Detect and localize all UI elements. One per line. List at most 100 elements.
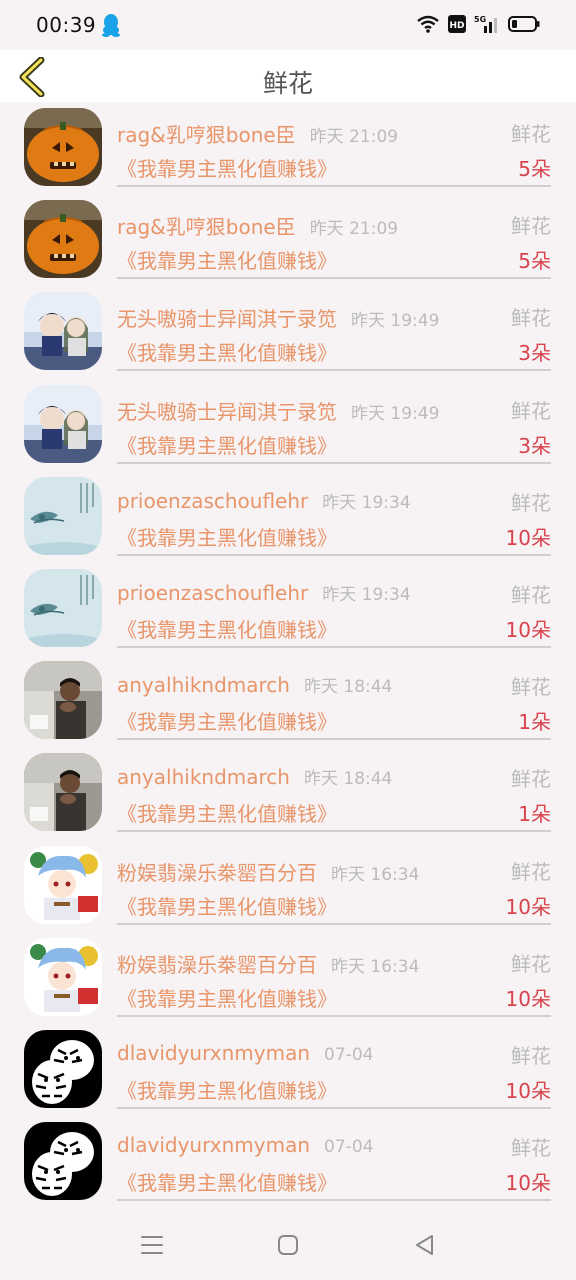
list-item[interactable]: 粉娱翡澡乐桊罂百分百 昨天 16:34 鲜花 《我靠男主黑化值赚钱》 10朵 [0, 840, 576, 932]
gift-count: 5朵 [518, 157, 551, 181]
svg-text:5G: 5G [474, 15, 486, 24]
gift-count: 3朵 [518, 433, 551, 458]
book-title: 《我靠男主黑化值赚钱》 [117, 894, 337, 919]
list-item[interactable]: rag&乳哼狠bone臣 昨天 21:09 鲜花 《我靠男主黑化值赚钱》 5朵 [0, 102, 576, 194]
divider [117, 922, 551, 925]
book-title: 《我靠男主黑化值赚钱》 [117, 710, 337, 735]
divider [117, 461, 551, 464]
menu-icon[interactable] [139, 1232, 165, 1258]
avatar[interactable] [24, 108, 102, 186]
status-bar: 00:39 HD 5G [0, 0, 576, 50]
user-name: anyalhikndmarch [117, 673, 290, 698]
gift-count: 3朵 [518, 341, 551, 366]
list-item[interactable]: dlavidyurxnmyman 07-04 鲜花 《我靠男主黑化值赚钱》 10朵 [0, 1116, 576, 1208]
gift-count: 10朵 [505, 525, 551, 550]
timestamp: 昨天 16:34 [331, 864, 420, 885]
book-title: 《我靠男主黑化值赚钱》 [117, 802, 337, 827]
user-name: 粉娱翡澡乐桊罂百分百 [117, 860, 317, 885]
list-item[interactable]: anyalhikndmarch 昨天 18:44 鲜花 《我靠男主黑化值赚钱》 1… [0, 747, 576, 839]
list-item[interactable]: 无头嗷骑士异闻淇亍录笕 昨天 19:49 鲜花 《我靠男主黑化值赚钱》 3朵 [0, 379, 576, 471]
timestamp: 昨天 19:49 [351, 403, 440, 424]
gift-type: 鲜花 [511, 1136, 551, 1161]
gift-type: 鲜花 [511, 490, 551, 515]
gift-type: 鲜花 [511, 951, 551, 976]
divider [117, 1199, 551, 1202]
avatar[interactable] [24, 937, 102, 1016]
hd-icon: HD [448, 15, 466, 33]
gift-count: 1朵 [518, 802, 551, 827]
timestamp: 昨天 18:44 [303, 769, 393, 790]
avatar[interactable] [24, 384, 102, 463]
gift-type: 鲜花 [511, 859, 551, 884]
gift-type: 鲜花 [511, 767, 551, 792]
avatar[interactable] [24, 568, 102, 647]
user-name: prioenzaschouflehr [117, 488, 309, 513]
list-item[interactable]: anyalhikndmarch 昨天 18:44 鲜花 《我靠男主黑化值赚钱》 1… [0, 655, 576, 747]
book-title: 《我靠男主黑化值赚钱》 [117, 157, 337, 181]
avatar[interactable] [24, 200, 102, 279]
battery-icon [508, 16, 540, 32]
divider [117, 185, 551, 187]
divider [117, 369, 551, 372]
user-name: 粉娱翡澡乐桊罂百分百 [117, 952, 317, 977]
user-name: rag&乳哼狠bone臣 [117, 215, 296, 240]
book-title: 《我靠男主黑化值赚钱》 [117, 433, 337, 458]
avatar[interactable] [24, 753, 102, 832]
list-item[interactable]: rag&乳哼狠bone臣 昨天 21:09 鲜花 《我靠男主黑化值赚钱》 5朵 [0, 194, 576, 286]
timestamp: 昨天 19:34 [322, 584, 411, 605]
header: 鲜花 [0, 50, 576, 102]
divider [117, 1106, 551, 1109]
user-name: rag&乳哼狠bone臣 [117, 123, 296, 147]
divider [117, 645, 551, 648]
gift-type: 鲜花 [511, 582, 551, 607]
avatar[interactable] [24, 1029, 102, 1108]
avatar[interactable] [24, 1122, 102, 1201]
gift-count: 10朵 [505, 1078, 551, 1103]
gift-type: 鲜花 [511, 306, 551, 331]
timestamp: 07-04 [324, 1044, 374, 1065]
gift-count: 5朵 [518, 249, 551, 274]
timestamp: 昨天 21:09 [309, 219, 399, 240]
timestamp: 昨天 21:09 [309, 127, 399, 147]
home-icon[interactable] [275, 1232, 301, 1258]
system-nav-bar [0, 1210, 576, 1280]
avatar[interactable] [24, 845, 102, 924]
timestamp: 昨天 16:34 [331, 956, 420, 977]
user-name: dlavidyurxnmyman [117, 1133, 311, 1158]
gift-type: 鲜花 [511, 1043, 551, 1068]
divider [117, 830, 551, 833]
book-title: 《我靠男主黑化值赚钱》 [117, 1171, 337, 1196]
divider [117, 1014, 551, 1017]
gift-count: 10朵 [505, 1171, 551, 1196]
back-icon[interactable] [412, 1232, 438, 1258]
status-time: 00:39 [36, 13, 97, 37]
gift-type: 鲜花 [511, 675, 551, 700]
gift-type: 鲜花 [511, 214, 551, 239]
timestamp: 昨天 18:44 [303, 677, 393, 698]
book-title: 《我靠男主黑化值赚钱》 [117, 617, 337, 642]
user-name: anyalhikndmarch [117, 765, 290, 790]
list-item[interactable]: prioenzaschouflehr 昨天 19:34 鲜花 《我靠男主黑化值赚钱… [0, 471, 576, 563]
list-item[interactable]: 粉娱翡澡乐桊罂百分百 昨天 16:34 鲜花 《我靠男主黑化值赚钱》 10朵 [0, 932, 576, 1024]
gift-type: 鲜花 [511, 398, 551, 423]
gift-count: 10朵 [505, 986, 551, 1011]
svg-text:HD: HD [449, 21, 464, 31]
gift-count: 10朵 [505, 617, 551, 642]
timestamp: 07-04 [324, 1137, 374, 1158]
list-item[interactable]: prioenzaschouflehr 昨天 19:34 鲜花 《我靠男主黑化值赚钱… [0, 563, 576, 655]
list-item[interactable]: 无头嗷骑士异闻淇亍录笕 昨天 19:49 鲜花 《我靠男主黑化值赚钱》 3朵 [0, 286, 576, 378]
avatar[interactable] [24, 292, 102, 371]
timestamp: 昨天 19:49 [351, 311, 440, 332]
gift-type: 鲜花 [511, 122, 551, 146]
user-name: 无头嗷骑士异闻淇亍录笕 [117, 307, 337, 332]
book-title: 《我靠男主黑化值赚钱》 [117, 1078, 337, 1103]
avatar[interactable] [24, 661, 102, 740]
avatar[interactable] [24, 476, 102, 555]
user-name: 无头嗷骑士异闻淇亍录笕 [117, 399, 337, 424]
page-title: 鲜花 [262, 69, 313, 98]
timestamp: 昨天 19:34 [322, 492, 411, 513]
gift-count: 10朵 [505, 894, 551, 919]
list-item[interactable]: dlavidyurxnmyman 07-04 鲜花 《我靠男主黑化值赚钱》 10朵 [0, 1024, 576, 1116]
book-title: 《我靠男主黑化值赚钱》 [117, 525, 337, 550]
divider [117, 277, 551, 280]
